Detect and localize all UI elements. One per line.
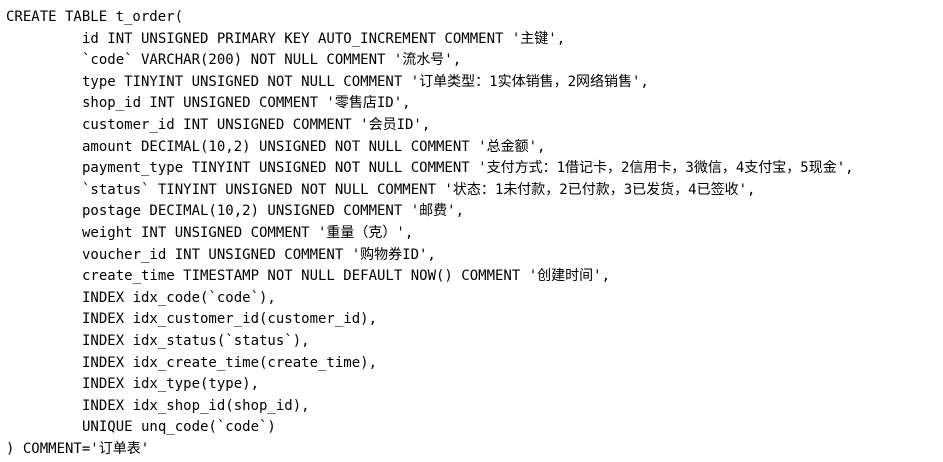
code-line-postage: postage DECIMAL(10,2) UNSIGNED COMMENT '… — [82, 203, 465, 220]
code-line-table-comment: ) COMMENT='订单表' — [6, 440, 150, 457]
code-line-unique-code: UNIQUE unq_code(`code`) — [82, 419, 276, 436]
code-line-payment-type: payment_type TINYINT UNSIGNED NOT NULL C… — [82, 160, 854, 177]
sql-code-view: CREATE TABLE t_order( id INT UNSIGNED PR… — [0, 0, 943, 462]
code-line-type: type TINYINT UNSIGNED NOT NULL COMMENT '… — [82, 73, 649, 90]
code-line-amount: amount DECIMAL(10,2) UNSIGNED NOT NULL C… — [82, 138, 546, 155]
code-line-index-status: INDEX idx_status(`status`), — [82, 332, 310, 349]
code-line-id: id INT UNSIGNED PRIMARY KEY AUTO_INCREME… — [82, 30, 566, 47]
code-line-index-create-time: INDEX idx_create_time(create_time), — [82, 354, 378, 371]
code-line-create-time: create_time TIMESTAMP NOT NULL DEFAULT N… — [82, 268, 611, 285]
code-line-shop-id: shop_id INT UNSIGNED COMMENT '零售店ID', — [82, 95, 411, 112]
code-line-create-table: CREATE TABLE t_order( — [6, 9, 184, 25]
code-line-index-code: INDEX idx_code(`code`), — [82, 289, 276, 306]
code-line-weight: weight INT UNSIGNED COMMENT '重量（克）', — [82, 224, 414, 241]
code-line-code: `code` VARCHAR(200) NOT NULL COMMENT '流水… — [82, 52, 462, 69]
code-line-customer-id: customer_id INT UNSIGNED COMMENT '会员ID', — [82, 116, 431, 133]
code-line-voucher-id: voucher_id INT UNSIGNED COMMENT '购物券ID', — [82, 246, 436, 263]
code-line-index-type: INDEX idx_type(type), — [82, 376, 260, 393]
code-line-status: `status` TINYINT UNSIGNED NOT NULL COMME… — [82, 181, 756, 198]
code-line-index-customer-id: INDEX idx_customer_id(customer_id), — [82, 311, 378, 328]
code-line-index-shop-id: INDEX idx_shop_id(shop_id), — [82, 397, 310, 414]
